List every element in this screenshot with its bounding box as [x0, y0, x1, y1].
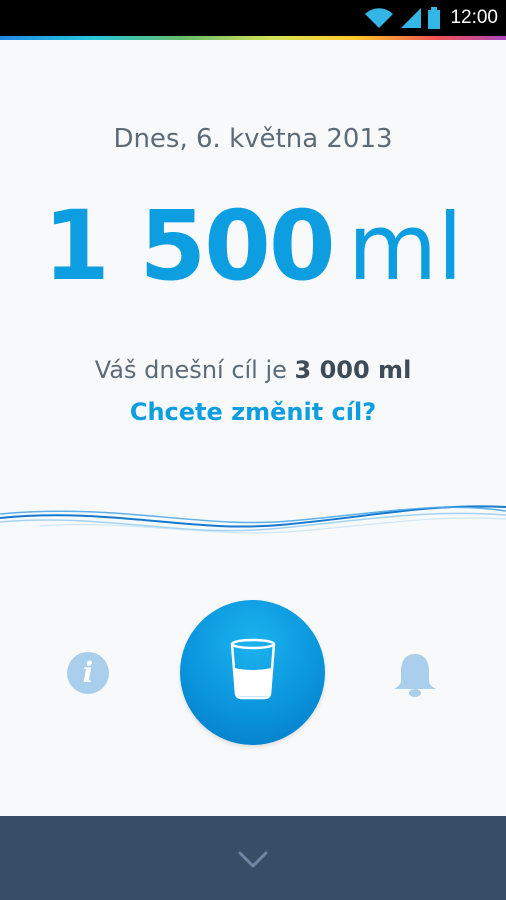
intake-amount-value: 1 500	[43, 190, 336, 302]
intake-amount-unit: ml	[347, 194, 463, 301]
add-drink-button[interactable]	[180, 600, 325, 745]
status-time: 12:00	[450, 7, 498, 28]
signal-icon	[401, 8, 422, 28]
wifi-icon	[365, 8, 394, 29]
daily-goal-prefix: Váš dnešní cíl je	[94, 356, 295, 384]
battery-icon	[428, 7, 441, 29]
bottom-bar	[0, 816, 506, 900]
info-icon: i	[82, 656, 94, 689]
intake-amount: 1 500 ml	[0, 198, 506, 294]
status-icons: 12:00	[364, 0, 498, 36]
status-bar: 12:00	[0, 0, 506, 36]
glass-icon	[230, 638, 276, 700]
daily-goal: Váš dnešní cíl je 3 000 ml	[0, 356, 506, 384]
change-goal-link[interactable]: Chcete změnit cíl?	[0, 398, 506, 426]
chevron-down-icon[interactable]	[233, 844, 273, 874]
date-label: Dnes, 6. května 2013	[113, 124, 393, 154]
bell-icon[interactable]	[390, 650, 440, 700]
info-button[interactable]: i	[67, 652, 109, 694]
rainbow-divider	[0, 36, 506, 40]
water-wave	[0, 505, 506, 534]
daily-goal-value: 3 000 ml	[294, 356, 412, 384]
